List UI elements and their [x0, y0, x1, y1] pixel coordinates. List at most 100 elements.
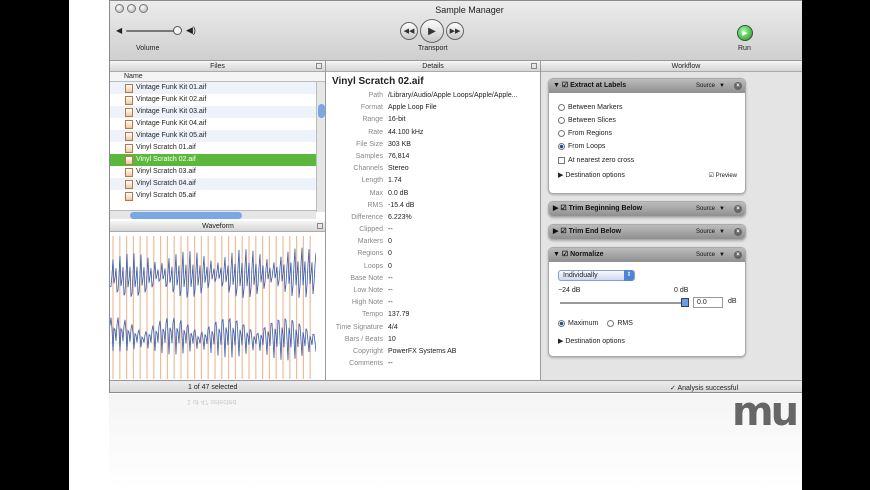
extract-option[interactable]: From Regions — [549, 127, 745, 140]
file-row[interactable]: Vinyl Scratch 04.aif — [110, 178, 316, 190]
radio-icon[interactable] — [558, 117, 565, 124]
rms-radio[interactable] — [607, 320, 615, 327]
file-list: Vintage Funk Kit 01.aif Vintage Funk Kit … — [110, 82, 316, 210]
chevron-down-icon[interactable]: ▼ — [719, 225, 725, 239]
file-row[interactable]: Vintage Funk Kit 01.aif — [110, 82, 316, 94]
pane-grip-icon[interactable] — [316, 63, 322, 69]
hscroll-thumb[interactable] — [130, 212, 242, 219]
file-list-hscroll[interactable] — [110, 210, 316, 219]
details-header: Details — [326, 61, 540, 72]
checkbox-icon[interactable] — [558, 157, 565, 164]
extract-option-label: From Regions — [568, 130, 612, 137]
file-row[interactable]: Vinyl Scratch 01.aif — [110, 142, 316, 154]
detail-key: Tempo — [361, 311, 383, 319]
extract-labels-header[interactable]: ▼ ☑ Extract at Labels Source ▼ × — [549, 79, 745, 93]
radio-icon[interactable] — [558, 130, 565, 137]
extract-option[interactable]: Between Markers — [549, 101, 745, 114]
detail-key: Rate — [368, 128, 383, 136]
detail-value: Apple Loop File — [388, 104, 437, 112]
pane-grip-icon[interactable] — [317, 223, 323, 229]
waveform-display[interactable] — [110, 236, 316, 379]
play-icon[interactable]: ▶ — [420, 19, 444, 43]
file-row[interactable]: Vintage Funk Kit 05.aif — [110, 130, 316, 142]
close-icon[interactable]: × — [734, 251, 742, 259]
detail-value: 137.79 — [388, 311, 410, 319]
db-unit-label: dB — [728, 298, 737, 305]
detail-row: Samples 76,814 — [332, 151, 534, 163]
normalize-destination-toggle[interactable]: ▶ Destination options — [549, 336, 745, 348]
detail-row: Base Note -- — [332, 273, 534, 285]
pane-grip-icon[interactable] — [531, 63, 537, 69]
volume-knob[interactable] — [173, 26, 182, 35]
source-label[interactable]: Source — [696, 79, 715, 93]
radio-icon[interactable] — [558, 104, 565, 111]
file-row[interactable]: Vintage Funk Kit 04.aif — [110, 118, 316, 130]
detail-row: RMS -15.4 dB — [332, 200, 534, 212]
maximum-radio[interactable] — [558, 320, 565, 327]
chevron-down-icon[interactable]: ▼ — [719, 79, 725, 93]
detail-value: 0 — [388, 250, 392, 258]
status-bar: 1 of 47 selected ✓ Analysis successful — [110, 380, 802, 392]
chevron-down-icon[interactable]: ▼ — [719, 248, 725, 262]
file-list-vscroll[interactable] — [316, 82, 325, 212]
normalize-card: ▼ ☑ Normalize Source ▼ × Individually ⇕ −24 … — [548, 247, 746, 357]
normalize-value-field[interactable]: 0.0 — [693, 297, 723, 308]
window-reflection: 1 of 47 selected — [109, 394, 802, 490]
file-row[interactable]: Vintage Funk Kit 03.aif — [110, 106, 316, 118]
run-icon[interactable]: ▶ — [737, 25, 753, 41]
file-row[interactable]: Vinyl Scratch 03.aif — [110, 166, 316, 178]
normalize-mode-select[interactable]: Individually ⇕ — [558, 270, 635, 281]
preview-checkbox[interactable]: ☑ Preview — [709, 170, 737, 182]
chevron-updown-icon: ⇕ — [624, 270, 634, 281]
detail-value: -- — [388, 360, 393, 368]
source-label[interactable]: Source — [696, 248, 715, 262]
extract-option[interactable]: Between Slices — [549, 114, 745, 127]
fast-forward-icon[interactable]: ▶▶ — [446, 22, 464, 40]
rewind-icon[interactable]: ◀◀ — [400, 22, 418, 40]
normalize-slider-knob[interactable] — [681, 298, 689, 307]
close-icon[interactable]: × — [734, 205, 742, 213]
volume-high-icon: ◀) — [186, 25, 196, 35]
toolbar: Sample Manager ◀ ◀) Volume ◀◀ ▶ ▶▶ Trans… — [110, 1, 802, 61]
source-label[interactable]: Source — [696, 202, 715, 216]
detail-key: Base Note — [350, 274, 383, 282]
file-icon — [125, 96, 133, 105]
trim-end-header[interactable]: ▶ ☑ Trim End Below Source ▼ × — [549, 225, 745, 239]
detail-value: Stereo — [388, 165, 409, 173]
trim-begin-header[interactable]: ▶ ☑ Trim Beginning Below Source ▼ × — [549, 202, 745, 216]
file-name: Vintage Funk Kit 05.aif — [136, 132, 207, 139]
min-db-label: −24 dB — [558, 287, 581, 294]
extract-option[interactable]: From Loops — [549, 140, 745, 153]
preview-label: Preview — [715, 173, 737, 179]
waveform-header: Waveform — [110, 221, 325, 232]
source-label[interactable]: Source — [696, 225, 715, 239]
close-icon[interactable]: × — [734, 228, 742, 236]
detail-row: Channels Stereo — [332, 163, 534, 175]
selected-file-title: Vinyl Scratch 02.aif — [332, 76, 424, 87]
vscroll-thumb[interactable] — [318, 104, 325, 118]
detail-row: Comments -- — [332, 358, 534, 370]
maximum-label: Maximum — [568, 320, 599, 327]
radio-icon[interactable] — [558, 143, 565, 150]
file-row[interactable]: Vintage Funk Kit 02.aif — [110, 94, 316, 106]
detail-value: 76,814 — [388, 152, 410, 160]
name-column-header[interactable]: Name — [110, 72, 325, 82]
normalize-mode-value: Individually — [563, 272, 598, 279]
file-row[interactable]: Vinyl Scratch 05.aif — [110, 190, 316, 202]
chevron-down-icon[interactable]: ▼ — [719, 202, 725, 216]
normalize-mode-row: Individually ⇕ — [549, 262, 745, 281]
extract-title: Extract at Labels — [570, 82, 627, 89]
zero-cross-checkbox[interactable]: At nearest zero cross — [549, 154, 745, 167]
file-name: Vinyl Scratch 04.aif — [136, 180, 196, 187]
files-pane: Files Name Vintage Funk Kit 01.aif Vintag… — [110, 61, 326, 380]
detail-key: Loops — [363, 262, 383, 270]
volume-slider[interactable]: ◀ ◀) — [116, 25, 196, 37]
detail-key: Markers — [357, 238, 383, 246]
file-row[interactable]: Vinyl Scratch 02.aif — [110, 154, 316, 166]
normalize-slider-track[interactable] — [560, 302, 685, 304]
detail-row: Loops 0 — [332, 261, 534, 273]
destination-options-toggle[interactable]: ▶ Destination options ☑ Preview — [549, 170, 745, 182]
volume-low-icon: ◀ — [116, 26, 123, 35]
close-icon[interactable]: × — [734, 82, 742, 90]
normalize-header[interactable]: ▼ ☑ Normalize Source ▼ × — [549, 248, 745, 262]
